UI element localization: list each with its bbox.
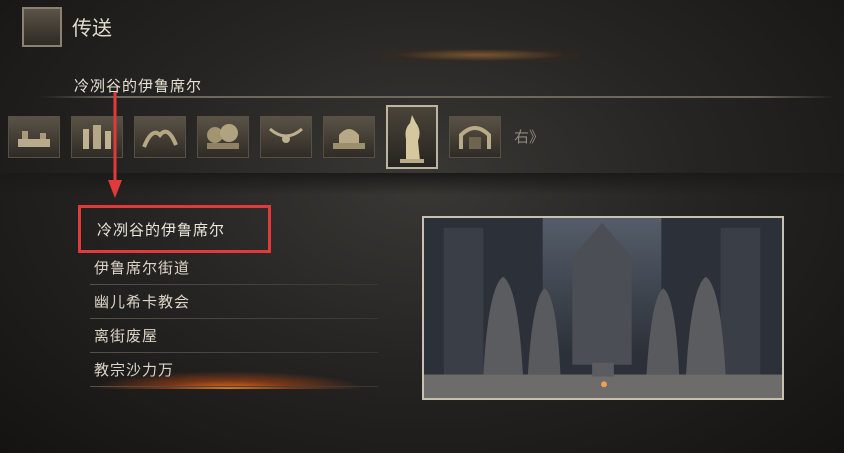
location-item[interactable]: 伊鲁席尔街道 xyxy=(78,253,378,287)
location-preview-image xyxy=(422,216,784,400)
location-item-selected[interactable]: 冷冽谷的伊鲁席尔 xyxy=(78,205,271,253)
area-divider xyxy=(40,96,835,98)
top-glow xyxy=(380,48,580,62)
tab-irithyll-icon[interactable] xyxy=(323,116,375,158)
area-title: 冷冽谷的伊鲁席尔 xyxy=(74,77,203,95)
red-arrow-annotation xyxy=(108,92,122,198)
location-label: 伊鲁席尔街道 xyxy=(94,259,191,277)
location-item-hovered[interactable]: 教宗沙力万 xyxy=(78,355,378,389)
tab-gate-icon[interactable] xyxy=(449,116,501,158)
tab-tree-icon[interactable] xyxy=(134,116,186,158)
tabs-shadow xyxy=(0,173,844,195)
location-item[interactable]: 幽儿希卡教会 xyxy=(78,287,378,321)
tab-forest-icon[interactable] xyxy=(197,116,249,158)
location-list: 冷冽谷的伊鲁席尔 伊鲁席尔街道 幽儿希卡教会 离街废屋 教宗沙力万 xyxy=(78,205,378,389)
page-title: 传送 xyxy=(72,16,112,40)
location-label: 教宗沙力万 xyxy=(94,361,175,379)
location-label: 离街废屋 xyxy=(94,327,159,345)
tab-firelink-shrine-icon[interactable] xyxy=(8,116,60,158)
next-page-button[interactable]: 右》 xyxy=(514,126,544,147)
tab-cathedral-icon[interactable] xyxy=(260,116,312,158)
bonfire-emblem-icon xyxy=(22,7,62,47)
location-label: 冷冽谷的伊鲁席尔 xyxy=(97,221,226,239)
location-label: 幽儿希卡教会 xyxy=(94,293,191,311)
area-tabs: 右》 xyxy=(0,105,844,175)
location-item[interactable]: 离街废屋 xyxy=(78,321,378,355)
tab-irithyll-statue-icon[interactable] xyxy=(386,105,438,169)
